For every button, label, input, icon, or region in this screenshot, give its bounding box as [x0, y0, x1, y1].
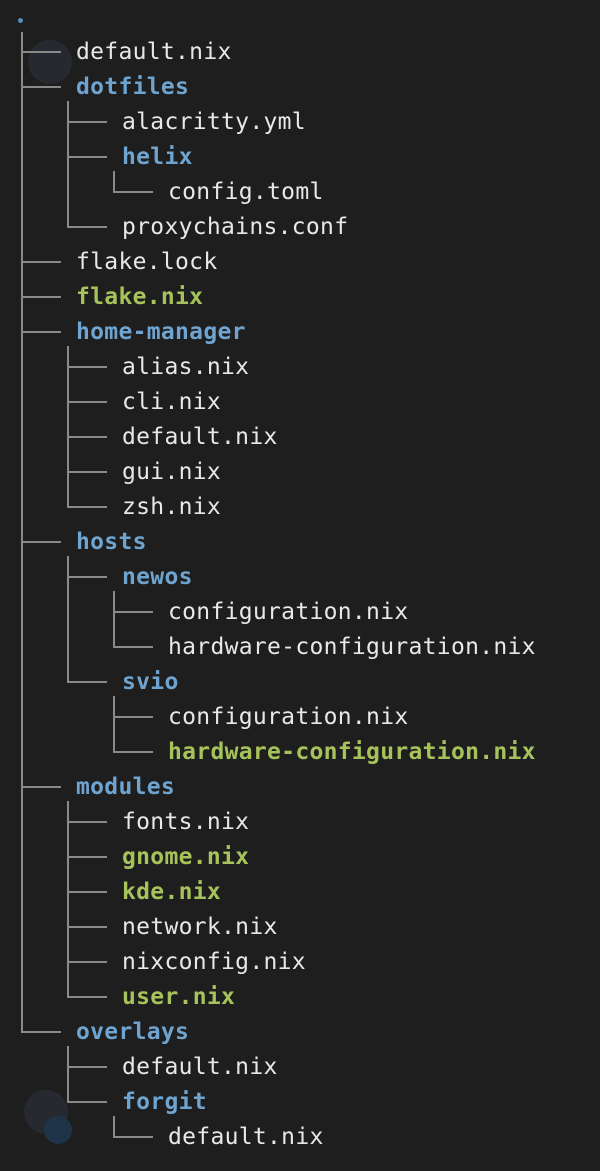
tree-vertical-line [113, 591, 115, 648]
tree-file[interactable]: config.toml [168, 175, 324, 210]
tree-vertical-line [113, 171, 115, 193]
tree-branch-connector [67, 891, 107, 893]
tree-branch-connector [67, 1066, 107, 1068]
tree-branch-connector [113, 611, 153, 613]
tree-folder[interactable]: modules [76, 770, 175, 805]
tree-branch-connector [67, 401, 107, 403]
tree-branch-connector [67, 156, 107, 158]
tree-file[interactable]: hardware-configuration.nix [168, 735, 536, 770]
tree-file[interactable]: proxychains.conf [122, 210, 348, 245]
tree-file[interactable]: default.nix [168, 1120, 324, 1155]
tree-file[interactable]: alacritty.yml [122, 105, 306, 140]
tree-branch-connector [67, 996, 107, 998]
tree-branch-connector [67, 1101, 107, 1103]
tree-branch-connector [67, 226, 107, 228]
tree-branch-connector [21, 331, 61, 333]
tree-branch-connector [67, 366, 107, 368]
tree-folder[interactable]: svio [122, 665, 179, 700]
tree-file[interactable]: hardware-configuration.nix [168, 630, 536, 665]
tree-vertical-line [113, 696, 115, 753]
tree-branch-connector [113, 716, 153, 718]
tree-file[interactable]: default.nix [122, 420, 278, 455]
tree-folder[interactable]: overlays [76, 1015, 189, 1050]
tree-branch-connector [21, 51, 61, 53]
tree-file[interactable]: default.nix [122, 1050, 278, 1085]
file-tree: . default.nixdotfilesalacritty.ymlhelixc… [0, 0, 600, 1171]
tree-file[interactable]: flake.lock [76, 245, 217, 280]
tree-branch-connector [67, 856, 107, 858]
tree-file[interactable]: gnome.nix [122, 840, 249, 875]
tree-branch-connector [21, 261, 61, 263]
tree-folder[interactable]: helix [122, 140, 193, 175]
tree-folder[interactable]: hosts [76, 525, 147, 560]
tree-vertical-line [67, 346, 69, 508]
tree-file[interactable]: configuration.nix [168, 700, 409, 735]
tree-vertical-line [21, 32, 23, 1033]
tree-vertical-line [67, 556, 69, 683]
tree-vertical-line [67, 101, 69, 228]
tree-branch-connector [67, 471, 107, 473]
tree-vertical-line [67, 1046, 69, 1103]
tree-branch-connector [67, 961, 107, 963]
tree-branch-connector [21, 1031, 61, 1033]
tree-file[interactable]: user.nix [122, 980, 235, 1015]
tree-branch-connector [113, 646, 153, 648]
tree-file[interactable]: flake.nix [76, 280, 203, 315]
tree-branch-connector [67, 926, 107, 928]
tree-branch-connector [113, 751, 153, 753]
tree-vertical-line [67, 801, 69, 998]
tree-file[interactable]: default.nix [76, 35, 232, 70]
tree-file[interactable]: zsh.nix [122, 490, 221, 525]
tree-root-dot [18, 18, 23, 23]
tree-branch-connector [21, 786, 61, 788]
tree-file[interactable]: configuration.nix [168, 595, 409, 630]
tree-branch-connector [67, 821, 107, 823]
tree-branch-connector [67, 681, 107, 683]
tree-folder[interactable]: dotfiles [76, 70, 189, 105]
tree-branch-connector [67, 576, 107, 578]
tree-branch-connector [113, 1136, 153, 1138]
tree-file[interactable]: fonts.nix [122, 805, 249, 840]
tree-vertical-line [113, 1116, 115, 1138]
tree-file[interactable]: kde.nix [122, 875, 221, 910]
tree-file[interactable]: nixconfig.nix [122, 945, 306, 980]
tree-branch-connector [113, 191, 153, 193]
tree-folder[interactable]: home-manager [76, 315, 246, 350]
tree-branch-connector [21, 86, 61, 88]
tree-branch-connector [67, 436, 107, 438]
tree-folder[interactable]: forgit [122, 1085, 207, 1120]
tree-file[interactable]: network.nix [122, 910, 278, 945]
tree-file[interactable]: alias.nix [122, 350, 249, 385]
tree-file[interactable]: cli.nix [122, 385, 221, 420]
tree-folder[interactable]: newos [122, 560, 193, 595]
tree-branch-connector [21, 541, 61, 543]
tree-branch-connector [67, 506, 107, 508]
tree-branch-connector [67, 121, 107, 123]
tree-file[interactable]: gui.nix [122, 455, 221, 490]
tree-branch-connector [21, 296, 61, 298]
